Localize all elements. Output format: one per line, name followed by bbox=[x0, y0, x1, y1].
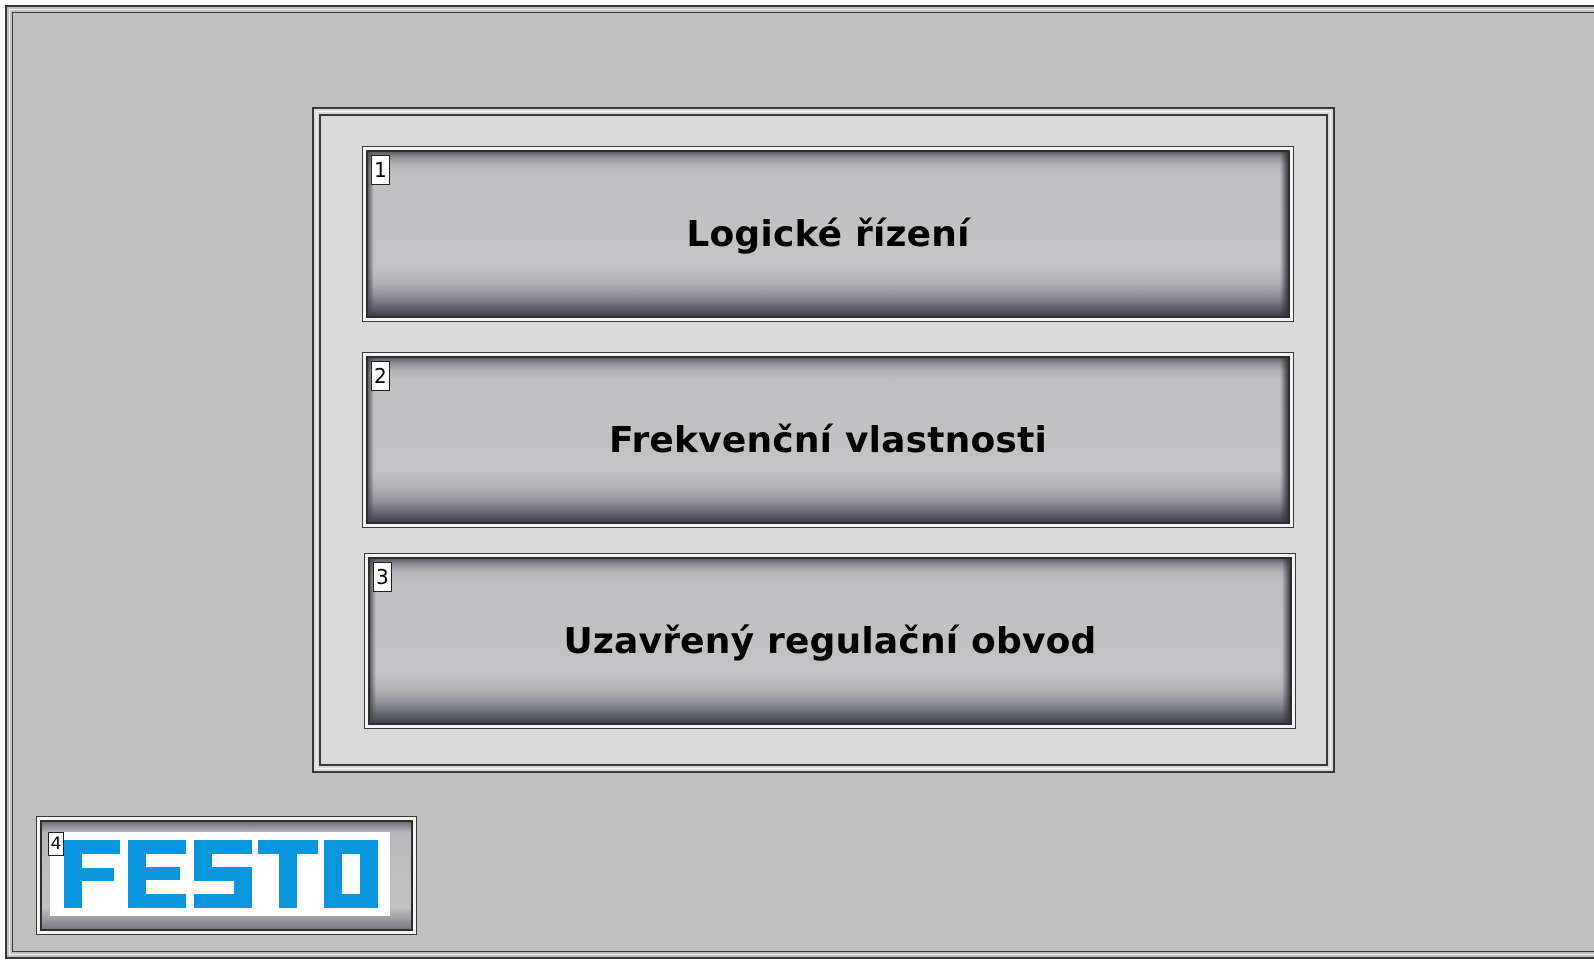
logo-button-face: 4 bbox=[40, 820, 413, 931]
closed-control-loop-button[interactable]: 3 Uzavřený regulační obvod bbox=[364, 553, 1296, 729]
button-number-badge: 3 bbox=[373, 562, 392, 592]
button-face: 3 Uzavřený regulační obvod bbox=[368, 557, 1292, 725]
festo-logo-button[interactable]: 4 bbox=[36, 816, 417, 935]
button-label: Uzavřený regulační obvod bbox=[563, 620, 1097, 662]
festo-logo bbox=[50, 832, 390, 916]
logic-control-button[interactable]: 1 Logické řízení bbox=[362, 146, 1294, 322]
frequency-properties-button[interactable]: 2 Frekvenční vlastnosti bbox=[362, 352, 1294, 528]
button-number-badge: 4 bbox=[48, 832, 64, 856]
button-label: Logické řízení bbox=[686, 213, 970, 255]
button-number-badge: 1 bbox=[371, 155, 390, 185]
button-face: 1 Logické řízení bbox=[366, 150, 1290, 318]
button-number-badge: 2 bbox=[371, 361, 390, 391]
button-label: Frekvenční vlastnosti bbox=[608, 419, 1048, 461]
festo-logo-icon bbox=[64, 840, 378, 908]
button-face: 2 Frekvenční vlastnosti bbox=[366, 356, 1290, 524]
hmi-screen: 1 Logické řízení 2 Frekvenční vlastnosti… bbox=[0, 0, 1594, 963]
